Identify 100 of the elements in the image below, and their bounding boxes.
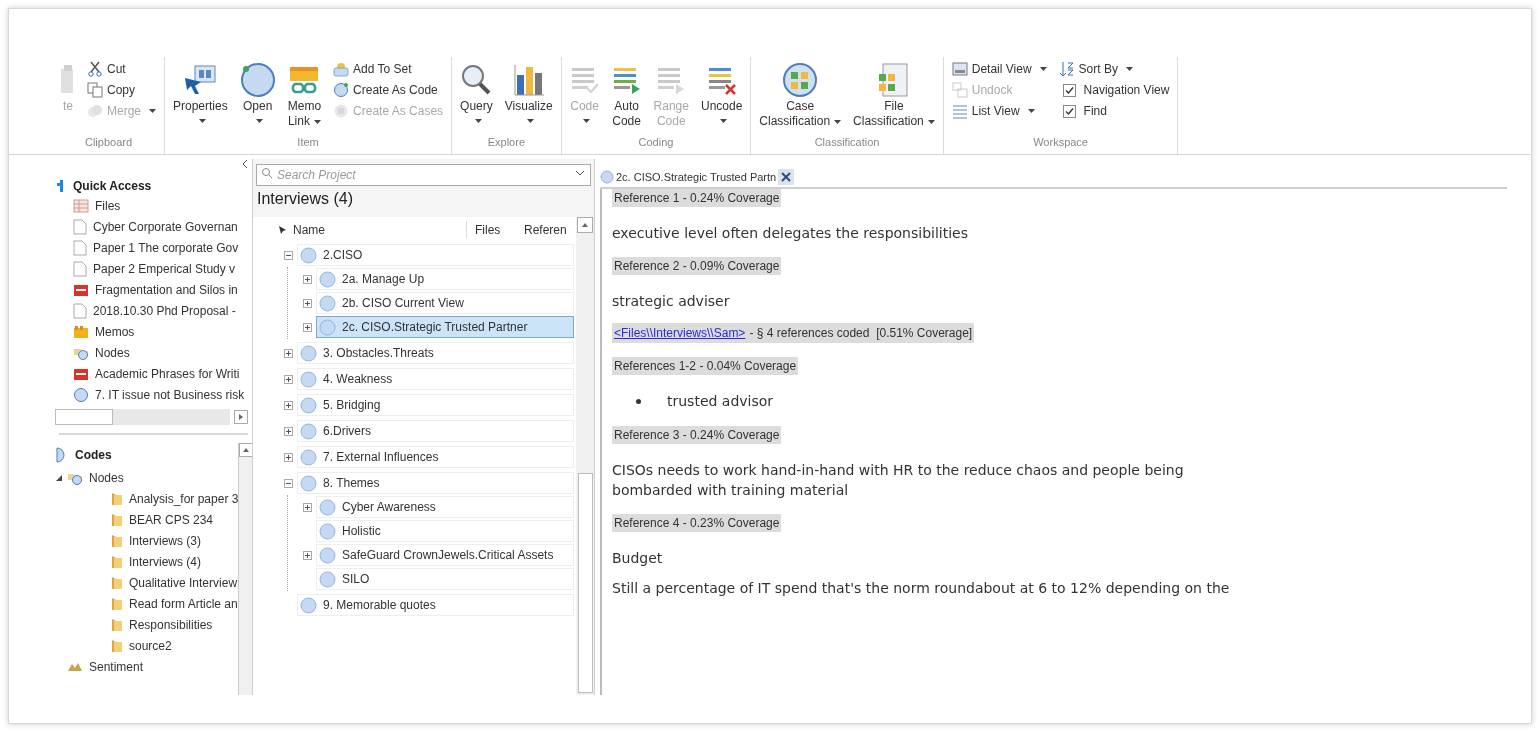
nav-item[interactable]: Nodes	[73, 342, 252, 363]
reference-text: Still a percentage of IT spend that's the norm roundabout at 6 to 12% depending on the	[612, 579, 1231, 598]
section-title: Codes	[75, 447, 112, 464]
expander-icon[interactable]	[302, 550, 312, 560]
nav-item[interactable]: Interviews (3)	[111, 530, 239, 551]
source-link[interactable]: <Files\\Interviews\\Sam>	[614, 324, 746, 342]
nav-item[interactable]: Responsibilities	[111, 614, 239, 635]
reference-text: Budget	[612, 549, 664, 568]
tree-item[interactable]: 6.Drivers	[297, 420, 574, 442]
expander-icon[interactable]	[283, 374, 293, 384]
expander-icon[interactable]	[302, 274, 312, 284]
ribbon-button[interactable]: Add To Set	[333, 61, 444, 77]
copy-icon	[87, 82, 103, 98]
checkbox[interactable]	[1062, 83, 1076, 97]
nav-item[interactable]: Sentiment	[67, 656, 144, 677]
expander-icon[interactable]	[283, 250, 293, 260]
ribbon-button[interactable]: Sort By	[1058, 61, 1170, 77]
ribbon-button[interactable]: Case Classification	[759, 61, 842, 129]
ribbon-button[interactable]: Auto Code	[611, 61, 642, 129]
bar-chart-icon	[512, 63, 545, 97]
nav-item[interactable]: Analysis_for paper 3	[111, 488, 239, 509]
expander-icon[interactable]	[283, 478, 293, 488]
expander-icon[interactable]	[302, 322, 312, 332]
document-icon	[73, 218, 87, 235]
ribbon-button[interactable]: Cut	[87, 61, 156, 77]
scroll-up-icon[interactable]	[577, 217, 593, 233]
ribbon-button[interactable]: Visualize	[504, 61, 553, 126]
column-header[interactable]: Referen	[522, 221, 574, 239]
tree-item[interactable]: 2c. CISO.Strategic Trusted Partner	[316, 316, 574, 338]
expander-icon[interactable]	[283, 400, 293, 410]
column-header[interactable]: Name	[293, 221, 466, 239]
column-header[interactable]: Files	[466, 221, 522, 239]
ribbon-button[interactable]: Uncode	[701, 61, 743, 126]
nav-item[interactable]: source2	[111, 635, 239, 656]
tree-item[interactable]: 7. External Influences	[297, 446, 574, 468]
tree-item[interactable]: Cyber Awareness	[316, 496, 574, 518]
ribbon-button[interactable]: Create As Code	[333, 82, 444, 98]
nav-item[interactable]: Cyber Corporate Governan	[73, 216, 252, 237]
expander-icon[interactable]	[302, 298, 312, 308]
nav-item[interactable]: Paper 2 Emperical Study v	[73, 258, 252, 279]
ribbon-button[interactable]: Detail View	[951, 61, 1047, 77]
nav-item[interactable]: Nodes	[67, 467, 124, 488]
nav-item[interactable]: Paper 1 The corporate Gov	[73, 237, 252, 258]
checkbox[interactable]	[1062, 104, 1076, 118]
horizontal-scrollbar[interactable]	[55, 409, 230, 425]
clipboard-icon	[61, 65, 75, 95]
vertical-scrollbar[interactable]	[576, 217, 594, 695]
tree-item[interactable]: 2.CISO	[297, 244, 574, 266]
nav-item[interactable]: Academic Phrases for Writi	[73, 363, 252, 384]
nav-item[interactable]: 7. IT issue not Business risk	[73, 384, 252, 405]
tree-item[interactable]: 2b. CISO Current View	[316, 292, 574, 314]
ribbon-button[interactable]: List View	[951, 103, 1047, 119]
bullet-icon	[636, 399, 641, 404]
chevron-down-icon[interactable]	[575, 170, 585, 176]
nav-item[interactable]: Fragmentation and Silos in	[73, 279, 252, 300]
collapse-icon[interactable]	[242, 159, 248, 169]
detail-view-icon	[951, 61, 968, 77]
reference-heading: Reference 2 - 0.09% Coverage	[612, 257, 782, 275]
ribbon-button[interactable]: Memo Link	[287, 61, 322, 129]
tree-item[interactable]: SafeGuard CrownJewels.Critical Assets	[316, 544, 574, 566]
nav-item[interactable]: Interviews (4)	[111, 551, 239, 572]
tree-item[interactable]: 8. Themes	[297, 472, 574, 494]
tree-item[interactable]: SILO	[316, 568, 574, 590]
nav-item[interactable]: Read form Article an	[111, 593, 239, 614]
folder-icon	[111, 638, 123, 653]
group-label: Clipboard	[84, 134, 133, 150]
scroll-up-icon[interactable]	[239, 443, 252, 457]
ribbon-button[interactable]: Open	[239, 61, 276, 126]
circle-node-icon	[300, 448, 317, 466]
nav-item[interactable]: 2018.10.30 Phd Proposal -	[73, 300, 252, 321]
tree-item[interactable]: 5. Bridging	[297, 394, 574, 416]
expander-icon[interactable]	[302, 502, 312, 512]
scroll-right-icon[interactable]	[234, 410, 248, 424]
circle-node-icon	[319, 570, 336, 588]
ribbon-button[interactable]: Properties	[173, 61, 228, 126]
checkbox-label: Navigation View	[1083, 82, 1170, 98]
nav-item[interactable]: BEAR CPS 234	[111, 509, 239, 530]
nav-item[interactable]: Qualitative Interview	[111, 572, 239, 593]
nav-item[interactable]: Memos	[73, 321, 252, 342]
tree-item[interactable]: 2a. Manage Up	[316, 268, 574, 290]
expander-icon[interactable]	[283, 452, 293, 462]
section-title: Quick Access	[73, 178, 152, 195]
ribbon-button[interactable]: Query	[460, 61, 493, 126]
expander-icon[interactable]	[55, 473, 63, 482]
ribbon-button[interactable]: File Classification	[853, 61, 935, 129]
expander-icon[interactable]	[283, 426, 293, 436]
circle-node-icon	[300, 396, 317, 414]
tree-item[interactable]: 9. Memorable quotes	[297, 594, 574, 616]
tree-item[interactable]: 4. Weakness	[297, 368, 574, 390]
tree-item[interactable]: Holistic	[316, 520, 574, 542]
close-icon[interactable]	[778, 168, 795, 185]
reference-heading: Reference 1 - 0.24% Coverage	[612, 189, 782, 207]
circle-node-icon	[319, 318, 336, 336]
tree-item[interactable]: 3. Obstacles.Threats	[297, 342, 574, 364]
ribbon-button[interactable]: Copy	[87, 82, 156, 98]
nav-item[interactable]: Files	[73, 195, 252, 216]
list-title: Interviews (4)	[256, 189, 355, 209]
search-field[interactable]: Search Project	[256, 164, 591, 186]
vertical-scrollbar[interactable]	[238, 443, 252, 695]
expander-icon[interactable]	[283, 348, 293, 358]
